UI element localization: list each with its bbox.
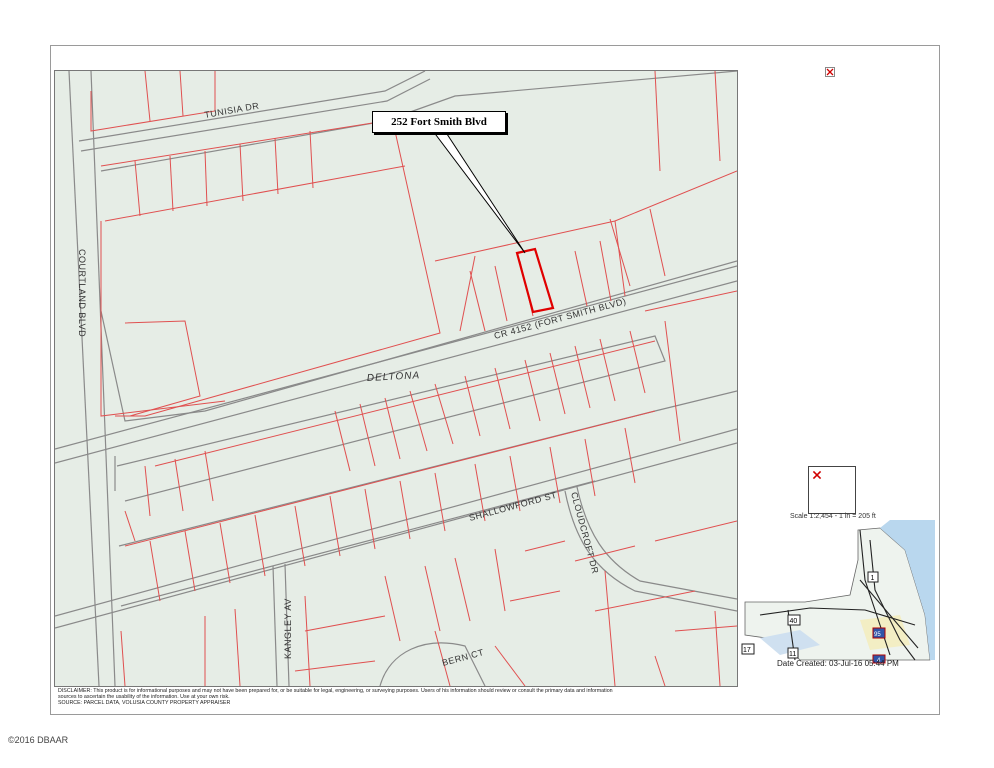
broken-image-icon [812, 470, 822, 480]
shield-1: 1 [871, 575, 875, 582]
city-label: DELTONA [367, 370, 421, 384]
street-label-bern: BERN CT [441, 647, 485, 668]
shield-17: 17 [743, 647, 751, 654]
locator-map: 1 40 11 17 95 4 [740, 520, 935, 665]
date-created: Date Created: 03-Jul-16 05:44 PM [777, 659, 899, 668]
parcel-map-svg: TUNISIA DR COURTLAND BLVD CR 4152 (FORT … [55, 71, 737, 686]
callout-pointer [431, 130, 526, 254]
street-label-fort-smith: CR 4152 (FORT SMITH BLVD) [493, 296, 627, 341]
scale-text: Scale 1:2,454 - 1 in = 205 ft [790, 513, 876, 520]
subject-parcel[interactable] [515, 247, 555, 314]
street-label-shallowford: SHALLOWFORD ST [468, 490, 558, 523]
street-label-cloudcroft: CLOUDCROFT DR [569, 491, 600, 575]
broken-image-icon [825, 67, 835, 77]
address-callout: 252 Fort Smith Blvd [372, 111, 506, 133]
parcel-map[interactable]: TUNISIA DR COURTLAND BLVD CR 4152 (FORT … [54, 70, 738, 687]
shield-40: 40 [790, 618, 798, 625]
shield-95: 95 [874, 632, 881, 638]
street-label-courtland: COURTLAND BLVD [77, 249, 87, 337]
scale-thumbnail [808, 466, 856, 514]
disclaimer-line-3: SOURCE: PARCEL DATA, VOLUSIA COUNTY PROP… [58, 700, 231, 706]
shield-11: 11 [789, 651, 796, 658]
disclaimer: DISCLAIMER: This product is for informat… [58, 688, 738, 706]
street-label-tunisia: TUNISIA DR [204, 100, 260, 119]
street-label-kangley: KANGLEY AV [283, 598, 293, 659]
copyright: ©2016 DBAAR [8, 735, 69, 745]
